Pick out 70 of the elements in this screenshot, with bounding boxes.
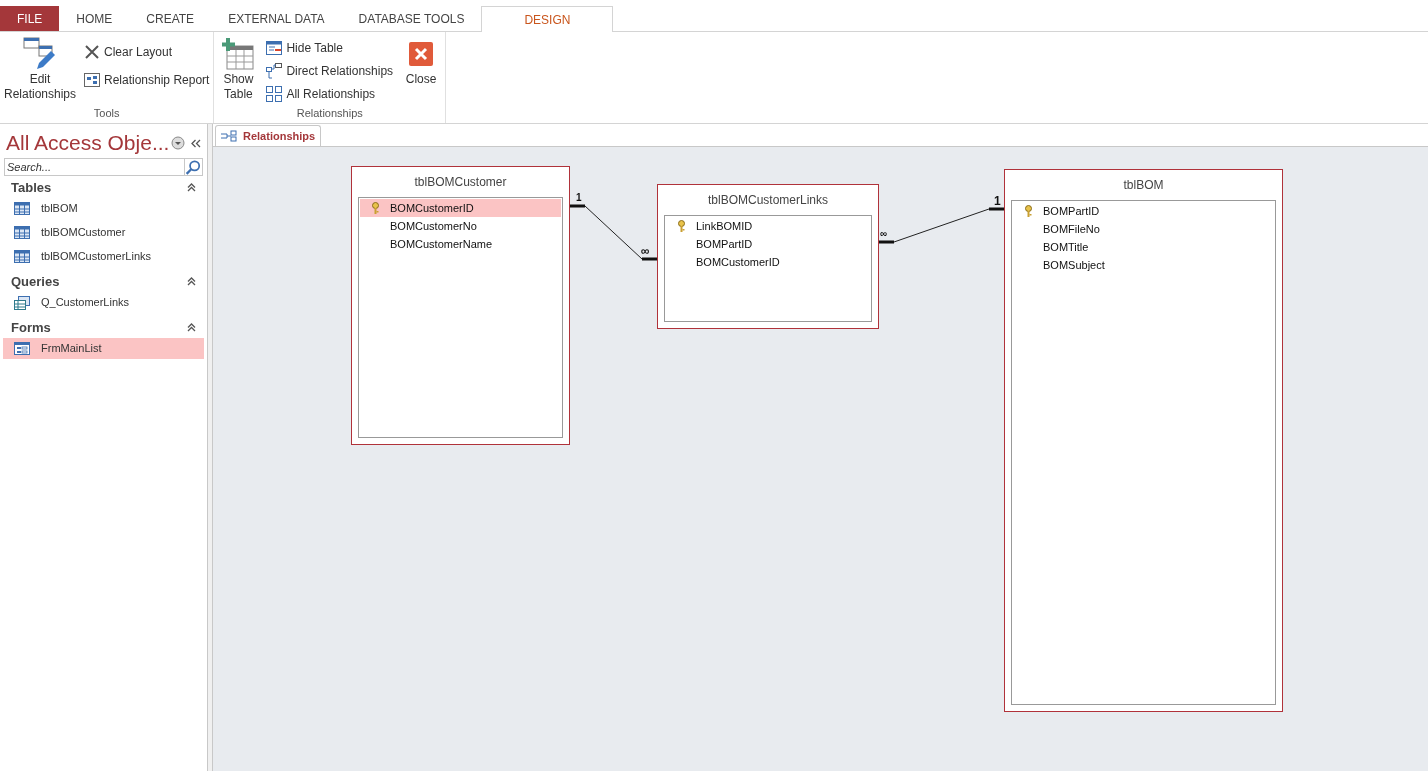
- report-icon: [84, 73, 100, 87]
- ribbon-button[interactable]: Edit Relationships: [2, 36, 78, 105]
- table-title: tblBOMCustomerLinks: [706, 192, 829, 209]
- field-row[interactable]: BOMCustomerID: [360, 199, 561, 217]
- clear-icon: [84, 44, 100, 60]
- nav-item[interactable]: tblBOMCustomer: [3, 222, 204, 243]
- ribbon-button[interactable]: Direct Relationships: [264, 61, 396, 81]
- ribbon-tab[interactable]: HOME: [59, 6, 130, 31]
- collapse-icon[interactable]: [187, 183, 196, 192]
- ribbon-button[interactable]: Relationship Report: [82, 70, 212, 90]
- table-title: tblBOM: [1122, 177, 1165, 194]
- field-row[interactable]: LinkBOMID: [666, 217, 870, 235]
- close-icon: [409, 42, 434, 66]
- key-icon: [1023, 204, 1033, 218]
- group-header: Queries: [11, 272, 60, 291]
- nav-item[interactable]: tblBOMCustomerLinks: [3, 246, 204, 267]
- ribbon-button[interactable]: Clear Layout: [82, 42, 212, 62]
- group-label: Relationships: [295, 105, 364, 121]
- table-title: tblBOMCustomer: [413, 174, 508, 191]
- group-header: Tables: [11, 178, 52, 197]
- ribbon-tab[interactable]: EXTERNAL DATA: [211, 6, 342, 31]
- search-icon[interactable]: [185, 158, 203, 176]
- field-row[interactable]: BOMCustomerNo: [360, 217, 561, 235]
- field-row[interactable]: BOMPartID: [666, 235, 870, 253]
- table-icon: [14, 250, 30, 263]
- pane-title: All Access Obje...: [6, 130, 171, 157]
- collapse-pane-icon[interactable]: [191, 138, 201, 148]
- group-label: Tools: [92, 105, 121, 121]
- ribbon-tab[interactable]: CREATE: [129, 6, 212, 31]
- collapse-icon[interactable]: [187, 277, 196, 286]
- nav-item[interactable]: tblBOM: [3, 198, 204, 219]
- key-icon: [676, 219, 686, 233]
- relationships-icon: [221, 130, 237, 142]
- nav-item[interactable]: Q_CustomerLinks: [3, 292, 204, 313]
- table-window[interactable]: tblBOM BOMPartID BOMFileNo BOMTitle BOMSubject: [1004, 169, 1283, 712]
- field-row[interactable]: BOMCustomerID: [666, 253, 870, 271]
- all-relationships-icon: [266, 86, 283, 102]
- show-table-icon: [222, 38, 255, 70]
- ribbon-button[interactable]: Close: [399, 36, 444, 105]
- field-row[interactable]: BOMTitle: [1013, 238, 1274, 256]
- search-field[interactable]: Search...: [4, 158, 185, 176]
- ribbon-button[interactable]: Hide Table: [264, 38, 396, 58]
- query-icon: [14, 295, 30, 310]
- collapse-icon[interactable]: [187, 323, 196, 332]
- key-icon: [370, 201, 380, 215]
- group-header: Forms: [11, 318, 51, 337]
- ribbon-tab[interactable]: DESIGN: [481, 6, 614, 32]
- cardinality-label: ∞: [880, 228, 888, 240]
- ribbon-tab[interactable]: DATABASE TOOLS: [341, 6, 482, 31]
- table-icon: [14, 202, 30, 215]
- table-window[interactable]: tblBOMCustomerLinks LinkBOMID BOMPartID BOMCustomerID: [657, 184, 879, 329]
- nav-item[interactable]: FrmMainList: [3, 338, 204, 359]
- hide-table-icon: [266, 41, 283, 55]
- table-window[interactable]: tblBOMCustomer BOMCustomerID BOMCustomerNo BOMCustomerName: [351, 166, 570, 445]
- dropdown-icon[interactable]: [171, 136, 185, 150]
- field-row[interactable]: BOMCustomerName: [360, 235, 561, 253]
- document-tab[interactable]: Relationships: [215, 125, 322, 146]
- edit-relationships-icon: [23, 37, 57, 71]
- ribbon-button[interactable]: All Relationships: [264, 84, 396, 104]
- ribbon-button[interactable]: Show Table: [216, 36, 261, 105]
- cardinality-label: 1: [576, 192, 582, 204]
- direct-relationships-icon: [266, 63, 283, 79]
- ribbon-tab[interactable]: FILE: [0, 6, 60, 31]
- form-icon: [14, 342, 30, 355]
- field-row[interactable]: BOMFileNo: [1013, 220, 1274, 238]
- cardinality-label: 1: [994, 195, 1001, 207]
- table-icon: [14, 226, 30, 239]
- field-row[interactable]: BOMSubject: [1013, 256, 1274, 274]
- cardinality-label: ∞: [641, 245, 650, 257]
- field-row[interactable]: BOMPartID: [1013, 202, 1274, 220]
